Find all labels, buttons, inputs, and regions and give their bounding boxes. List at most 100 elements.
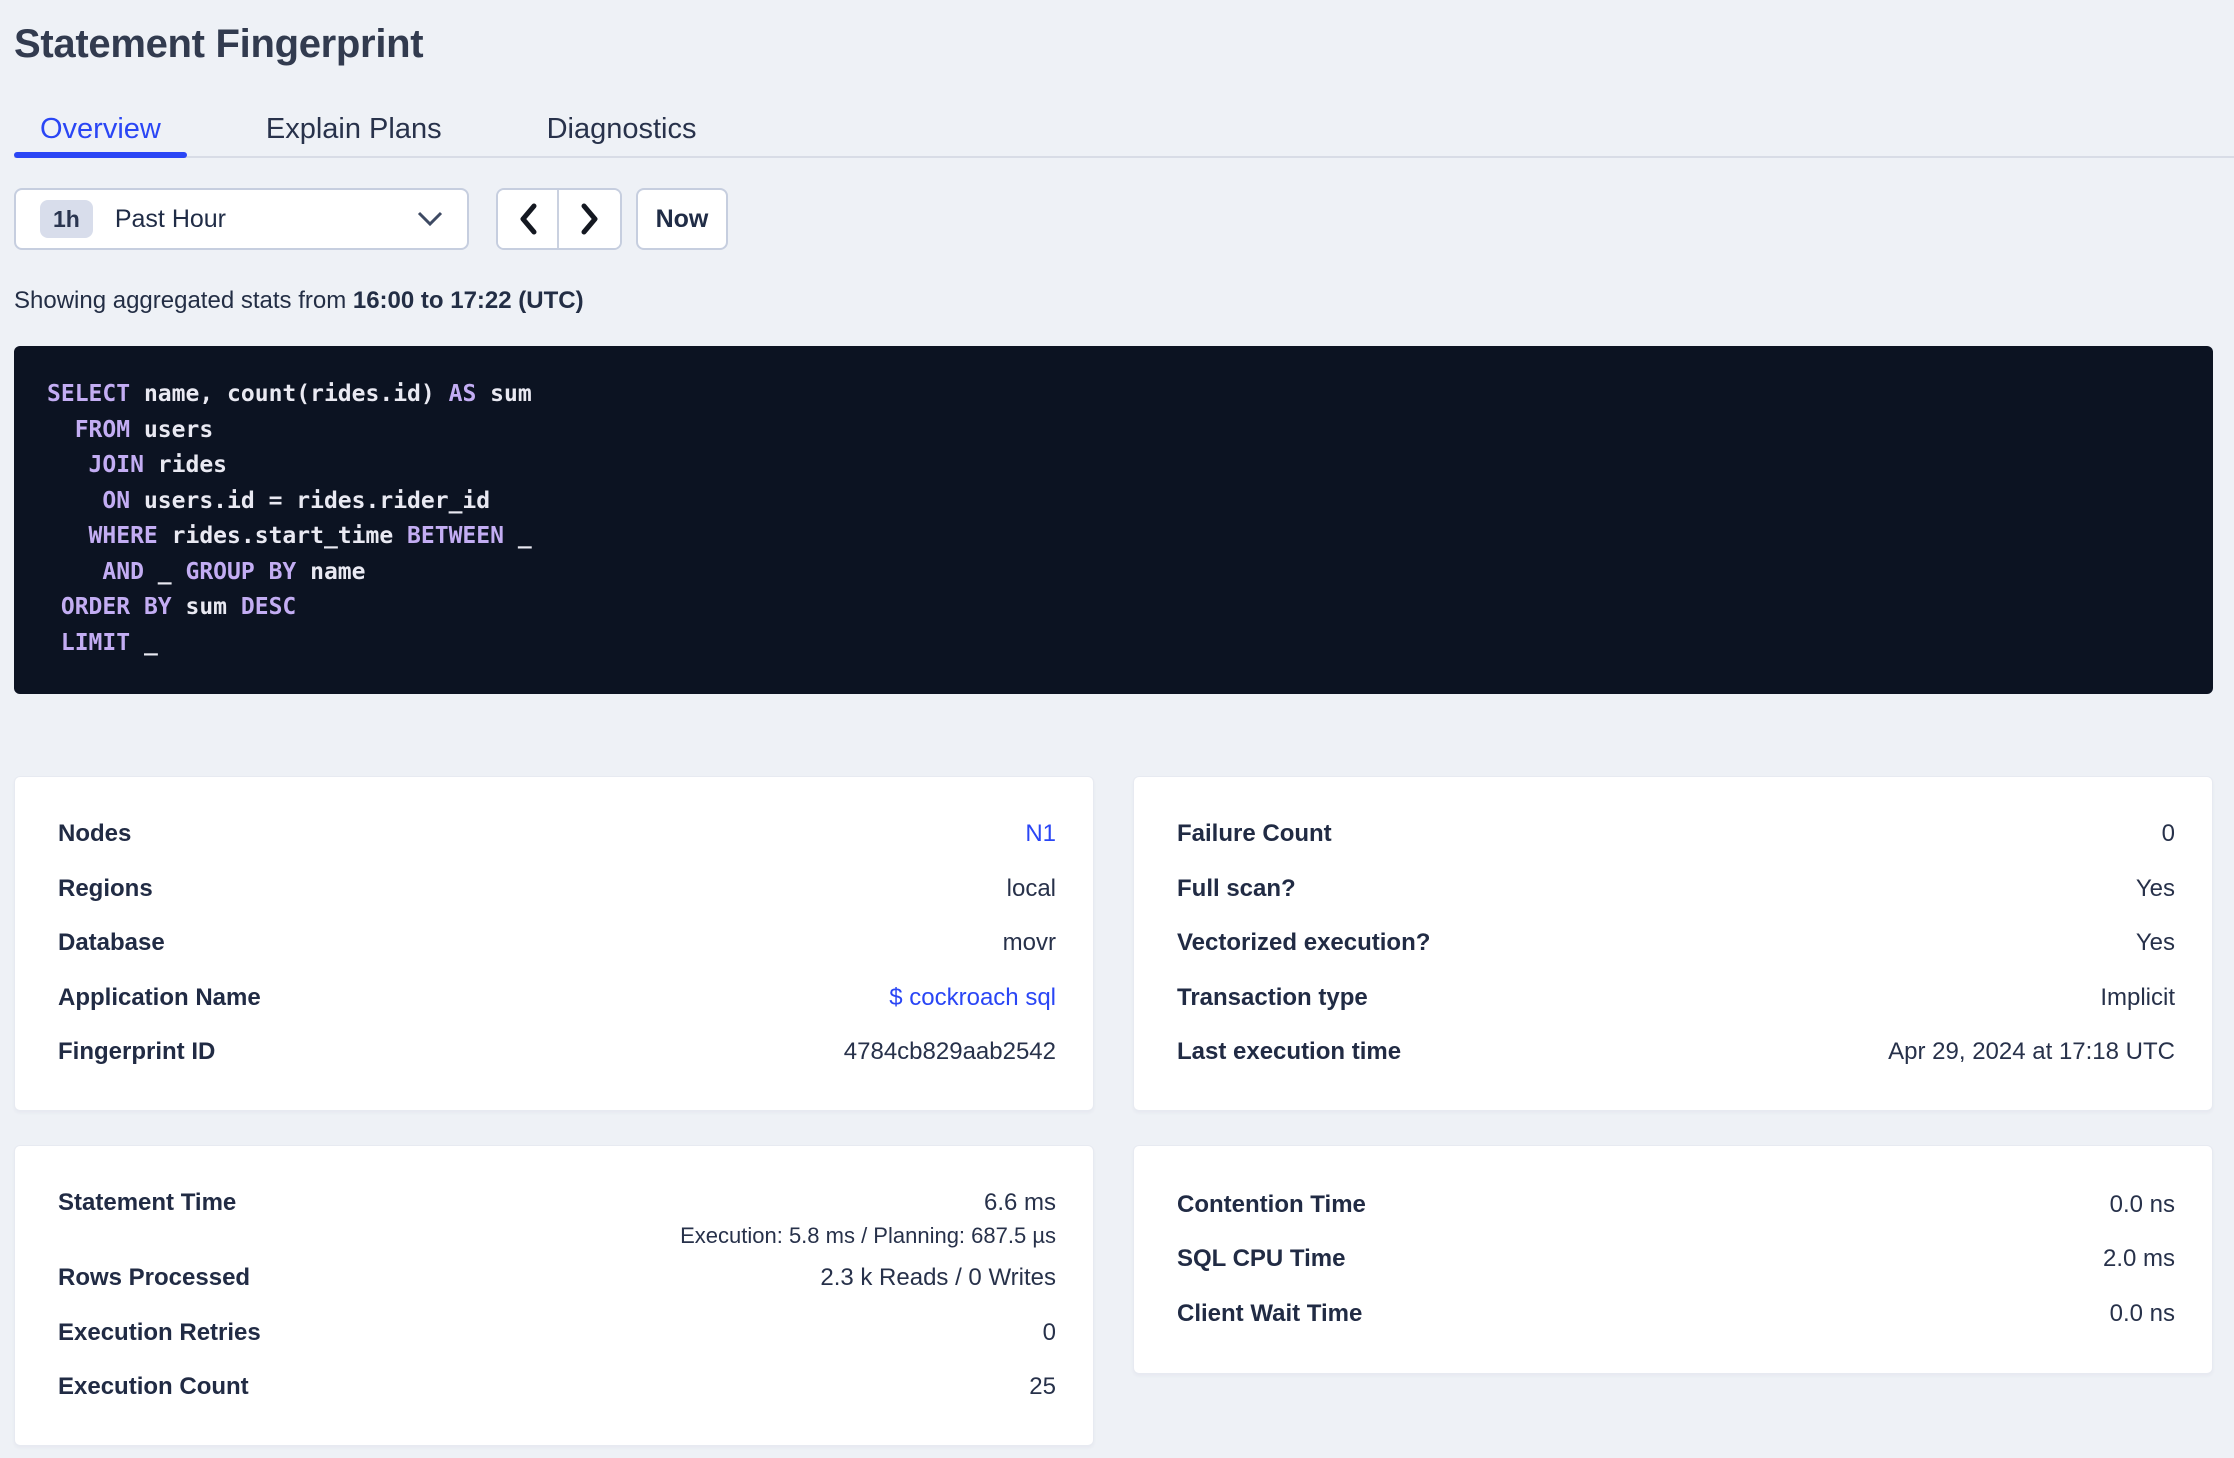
- chevron-left-icon: [520, 203, 536, 235]
- row-value: 0: [1042, 1318, 1056, 1346]
- row-value-wrap: movr: [1003, 916, 1056, 971]
- row-value-wrap: 25: [1029, 1360, 1056, 1415]
- row-value: 0.0 ns: [2109, 1190, 2175, 1218]
- row-label: Client Wait Time: [1177, 1299, 1363, 1327]
- tab-diagnostics[interactable]: Diagnostics: [521, 102, 723, 156]
- row-label: Last execution time: [1177, 1038, 1402, 1065]
- info-row: Client Wait Time 0.0 ns: [1177, 1287, 2175, 1342]
- info-row: Rows Processed 2.3 k Reads / 0 Writes: [58, 1251, 1056, 1306]
- row-label: Execution Retries: [58, 1318, 261, 1346]
- row-value-wrap: 2.3 k Reads / 0 Writes: [820, 1251, 1056, 1306]
- row-value-wrap: 0.0 ns: [2110, 1287, 2175, 1342]
- execution-stats-card: Statement Time 6.6 ms Execution: 5.8 ms / …: [14, 1144, 1094, 1446]
- row-label: Regions: [58, 874, 153, 902]
- time-range-select[interactable]: 1h Past Hour: [14, 188, 469, 250]
- sql-code-line: FROM users: [74, 416, 214, 443]
- row-value: 0: [2161, 820, 2175, 847]
- row-value-wrap: 0: [1043, 1306, 1056, 1361]
- info-row: Vectorized execution? Yes: [1177, 916, 2175, 971]
- row-label: Contention Time: [1177, 1190, 1366, 1218]
- page-content: Statement Fingerprint Overview Explain Pl…: [0, 0, 2234, 1446]
- previous-interval-button[interactable]: [498, 190, 559, 248]
- info-row: Contention Time 0.0 ns: [1177, 1178, 2175, 1233]
- sql-code-line: AND _ GROUP BY name: [102, 558, 366, 585]
- row-value: movr: [1002, 929, 1056, 956]
- row-value: 6.6 ms: [983, 1188, 1056, 1216]
- info-row: Last execution time Apr 29, 2024 at 17:18…: [1177, 1025, 2175, 1080]
- row-value-wrap: N1: [1025, 807, 1056, 862]
- sql-code-line: WHERE rides.start_time BETWEEN _: [88, 523, 532, 549]
- row-value-wrap: Implicit: [2100, 971, 2175, 1026]
- overview-card-left: Nodes N1 Regions local Database movr Applicati…: [14, 776, 1094, 1111]
- chevron-right-icon: [581, 203, 597, 235]
- now-button[interactable]: Now: [636, 188, 728, 250]
- info-row: Execution Count 25: [58, 1360, 1056, 1415]
- info-row: Statement Time 6.6 ms Execution: 5.8 ms / …: [58, 1176, 1056, 1252]
- row-value: Implicit: [2100, 983, 2175, 1011]
- time-controls: 1h Past Hour Now: [14, 188, 2213, 250]
- aggregation-note: Showing aggregated stats from 16:00 to 1…: [14, 288, 2213, 314]
- row-value-wrap: 2.0 ms: [2103, 1232, 2175, 1287]
- row-value: 4784cb829aab2542: [843, 1038, 1056, 1065]
- row-value: local: [1006, 874, 1056, 902]
- sql-code-line: ON users.id = rides.rider_id: [102, 487, 491, 514]
- info-row: Application Name $ cockroach sql: [58, 971, 1056, 1026]
- tab-explain-plans[interactable]: Explain Plans: [240, 102, 468, 156]
- row-value-wrap: 0: [2162, 807, 2175, 862]
- row-value-link[interactable]: $ cockroach sql: [889, 984, 1056, 1011]
- page-title: Statement Fingerprint: [14, 22, 424, 66]
- row-label: SQL CPU Time: [1177, 1245, 1346, 1272]
- row-value-wrap: 4784cb829aab2542: [844, 1025, 1056, 1080]
- aggregation-note-prefix: Showing aggregated stats from: [14, 287, 353, 314]
- row-label: Execution Count: [58, 1373, 249, 1400]
- tab-bar: Overview Explain Plans Diagnostics: [14, 102, 2234, 158]
- time-range-badge: 1h: [40, 200, 93, 238]
- tab-overview[interactable]: Overview: [14, 102, 187, 158]
- time-step-buttons: [496, 188, 622, 250]
- info-cards: Nodes N1 Regions local Database movr Applicati…: [14, 776, 2213, 1446]
- row-value: 2.3 k Reads / 0 Writes: [820, 1264, 1056, 1291]
- row-value-link[interactable]: N1: [1025, 820, 1056, 847]
- info-row: Failure Count 0: [1177, 807, 2175, 862]
- overview-card-right: Failure Count 0 Full scan? Yes Vectorized ex…: [1133, 776, 2213, 1111]
- row-value-wrap: Yes: [2136, 916, 2175, 971]
- info-row: SQL CPU Time 2.0 ms: [1177, 1232, 2175, 1287]
- row-value: 2.0 ms: [2102, 1245, 2175, 1272]
- row-label: Nodes: [58, 820, 132, 847]
- info-row: Full scan? Yes: [1177, 862, 2175, 917]
- row-value: Yes: [2135, 929, 2175, 956]
- info-row: Execution Retries 0: [58, 1306, 1056, 1361]
- row-value-wrap: 6.6 ms Execution: 5.8 ms / Planning: 687.…: [680, 1176, 1056, 1252]
- next-interval-button[interactable]: [559, 190, 620, 248]
- row-value: 0.0 ns: [2109, 1299, 2175, 1327]
- info-row: Database movr: [58, 916, 1056, 971]
- info-row: Fingerprint ID 4784cb829aab2542: [58, 1025, 1056, 1080]
- row-label: Transaction type: [1177, 983, 1368, 1011]
- row-label: Database: [58, 929, 165, 956]
- row-subvalue: Execution: 5.8 ms / Planning: 687.5 µs: [680, 1223, 1056, 1248]
- sql-statement-box: SELECT name, count(rides.id) AS sum FROM…: [14, 346, 2213, 694]
- row-value-wrap: Yes: [2136, 862, 2175, 917]
- row-value: Yes: [2135, 874, 2175, 902]
- time-range-label: Past Hour: [114, 204, 227, 233]
- row-label: Vectorized execution?: [1177, 929, 1431, 956]
- info-row: Nodes N1: [58, 807, 1056, 862]
- sql-code-line: SELECT name, count(rides.id) AS sum: [47, 381, 532, 407]
- row-value: 25: [1029, 1373, 1056, 1400]
- row-label: Application Name: [58, 983, 261, 1011]
- row-label: Statement Time: [58, 1188, 237, 1216]
- chevron-down-icon: [417, 211, 443, 227]
- row-value-wrap: Apr 29, 2024 at 17:18 UTC: [1888, 1025, 2175, 1080]
- row-label: Full scan?: [1177, 874, 1296, 902]
- row-label: Failure Count: [1177, 820, 1332, 847]
- info-row: Regions local: [58, 862, 1056, 917]
- row-value-wrap: local: [1007, 862, 1056, 917]
- latency-stats-card: Contention Time 0.0 ns SQL CPU Time 2.0 ms C…: [1133, 1144, 2213, 1374]
- row-value: Apr 29, 2024 at 17:18 UTC: [1888, 1038, 2175, 1065]
- sql-code-line: JOIN rides: [88, 452, 228, 478]
- row-label: Fingerprint ID: [58, 1038, 216, 1065]
- sql-code-line: ORDER BY sum DESC: [60, 594, 297, 620]
- row-label: Rows Processed: [58, 1264, 251, 1291]
- row-value-wrap: 0.0 ns: [2110, 1178, 2175, 1233]
- sql-code-line: LIMIT _: [60, 629, 158, 656]
